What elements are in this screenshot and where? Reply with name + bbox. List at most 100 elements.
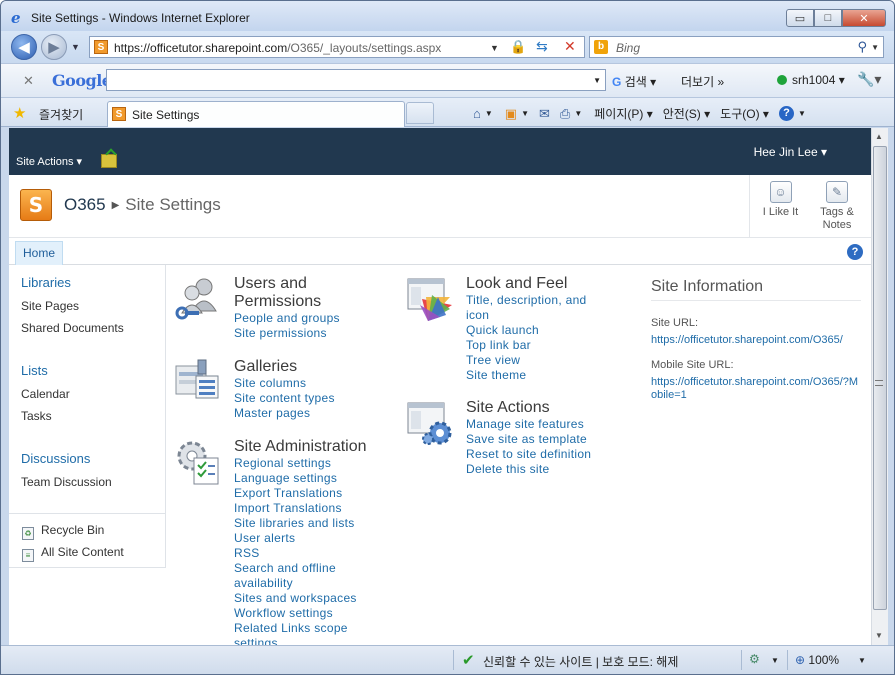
address-bar[interactable]: S https://officetutor.sharepoint.com/O36… (89, 36, 585, 58)
sharepoint-help-icon[interactable]: ? (847, 244, 863, 260)
protected-mode-icon[interactable]: ⚙ (749, 652, 760, 666)
favorites-button[interactable]: 즐겨찾기 (39, 106, 83, 123)
address-url[interactable]: https://officetutor.sharepoint.com/O365/… (114, 41, 441, 55)
recent-pages-dropdown-icon[interactable]: ▼ (71, 42, 80, 52)
ql-item-site-pages[interactable]: Site Pages (21, 299, 79, 313)
link-workflow-settings[interactable]: Workflow settings (234, 606, 384, 621)
search-icon[interactable]: ⚲ (857, 39, 867, 55)
mobile-site-url-link[interactable]: https://officetutor.sharepoint.com/O365/… (651, 376, 861, 402)
site-logo[interactable]: S (20, 189, 52, 221)
status-divider (453, 650, 454, 670)
google-search-button[interactable]: G 검색 ▾ (612, 73, 656, 90)
home-icon[interactable]: ⌂ (473, 106, 481, 121)
link-related-links-scope-settings[interactable]: Related Links scope settings (234, 621, 384, 645)
link-language-settings[interactable]: Language settings (234, 471, 384, 486)
search-placeholder[interactable]: Bing (616, 41, 640, 55)
site-actions-menu[interactable]: Site Actions ▾ (16, 155, 82, 168)
recycle-bin-link[interactable]: ♻ Recycle Bin (22, 523, 104, 540)
ql-heading-libraries[interactable]: Libraries (21, 275, 71, 290)
link-export-translations[interactable]: Export Translations (234, 486, 384, 501)
vertical-scrollbar[interactable]: ▲ ▼ (871, 128, 888, 645)
google-search-dropdown-icon[interactable]: ▼ (593, 76, 601, 85)
print-dropdown-icon[interactable]: ▼ (574, 109, 582, 118)
link-site-libraries-and-lists[interactable]: Site libraries and lists (234, 516, 384, 531)
link-delete-this-site[interactable]: Delete this site (466, 462, 591, 477)
ql-item-shared-documents[interactable]: Shared Documents (21, 321, 124, 335)
refresh-icon[interactable]: ⇆ (536, 38, 548, 55)
link-search-offline-availability[interactable]: Search and offline availability (234, 561, 384, 591)
minimize-button[interactable]: ▭ (786, 9, 814, 27)
link-people-and-groups[interactable]: People and groups (234, 311, 340, 326)
scroll-down-icon[interactable]: ▼ (875, 631, 883, 640)
google-search-input[interactable]: ▼ (106, 69, 606, 91)
link-import-translations[interactable]: Import Translations (234, 501, 384, 516)
ql-item-calendar[interactable]: Calendar (21, 387, 70, 401)
zone-dropdown-icon[interactable]: ▼ (771, 656, 779, 665)
i-like-it-button[interactable]: ☺ I Like It (749, 175, 811, 237)
scroll-up-icon[interactable]: ▲ (875, 132, 883, 141)
all-site-content-link[interactable]: ≡ All Site Content (22, 545, 124, 562)
ql-item-team-discussion[interactable]: Team Discussion (21, 475, 112, 489)
page-menu-label: 페이지(P) (594, 107, 644, 121)
stop-icon[interactable]: ✕ (564, 38, 576, 55)
page-menu[interactable]: 페이지(P) ▾ (594, 105, 652, 122)
tab-site-settings[interactable]: S Site Settings (107, 101, 405, 127)
feeds-icon[interactable]: ▣ (505, 106, 517, 122)
forward-button[interactable]: ▶ (41, 34, 67, 60)
link-sites-and-workspaces[interactable]: Sites and workspaces (234, 591, 384, 606)
mail-icon[interactable]: ✉ (539, 106, 550, 122)
link-rss[interactable]: RSS (234, 546, 384, 561)
print-icon[interactable]: ⎙ (560, 106, 570, 122)
user-menu[interactable]: Hee Jin Lee ▾ (754, 145, 827, 159)
new-tab-button[interactable] (406, 102, 434, 124)
ql-item-tasks[interactable]: Tasks (21, 409, 52, 423)
link-regional-settings[interactable]: Regional settings (234, 456, 384, 471)
link-quick-launch[interactable]: Quick launch (466, 323, 606, 338)
wrench-icon[interactable]: 🔧▾ (857, 71, 881, 88)
security-zone-text[interactable]: 신뢰할 수 있는 사이트 | 보호 모드: 해제 (483, 653, 678, 670)
link-reset-to-site-definition[interactable]: Reset to site definition (466, 447, 591, 462)
feeds-dropdown-icon[interactable]: ▼ (521, 109, 529, 118)
link-site-content-types[interactable]: Site content types (234, 391, 335, 406)
link-user-alerts[interactable]: User alerts (234, 531, 384, 546)
scrollbar-thumb[interactable] (873, 146, 887, 610)
favorites-star-icon[interactable]: ★ (13, 104, 26, 122)
ql-heading-discussions[interactable]: Discussions (21, 451, 90, 466)
close-toolbar-icon[interactable]: ✕ (23, 73, 34, 89)
tools-menu[interactable]: 도구(O) ▾ (720, 105, 769, 122)
zoom-dropdown-icon[interactable]: ▼ (858, 656, 866, 665)
home-dropdown-icon[interactable]: ▼ (485, 109, 493, 118)
link-manage-site-features[interactable]: Manage site features (466, 417, 591, 432)
link-tree-view[interactable]: Tree view (466, 353, 606, 368)
lock-icon[interactable]: 🔒 (510, 39, 526, 55)
link-top-link-bar[interactable]: Top link bar (466, 338, 606, 353)
link-title-description-icon[interactable]: Title, description, and icon (466, 293, 606, 323)
breadcrumb-root-link[interactable]: O365 (64, 195, 106, 214)
search-box[interactable]: b Bing ⚲ ▼ (589, 36, 884, 58)
google-account-menu[interactable]: srh1004 ▾ (777, 73, 845, 87)
link-site-theme[interactable]: Site theme (466, 368, 606, 383)
title-bar: e Site Settings - Windows Internet Explo… (1, 1, 894, 31)
address-dropdown-icon[interactable]: ▼ (490, 43, 499, 53)
navigate-up-icon[interactable] (101, 154, 117, 168)
safety-menu[interactable]: 안전(S) ▾ (663, 105, 710, 122)
search-options-icon[interactable]: ▼ (871, 43, 879, 52)
more-button[interactable]: 더보기 » (681, 73, 724, 90)
maximize-button[interactable]: □ (814, 9, 842, 27)
close-button[interactable]: ✕ (842, 9, 886, 27)
tags-notes-button[interactable]: ✎ Tags & Notes (811, 175, 863, 237)
help-icon[interactable]: ? (778, 106, 794, 121)
ql-heading-lists[interactable]: Lists (21, 363, 48, 378)
site-url-link[interactable]: https://officetutor.sharepoint.com/O365/ (651, 334, 861, 347)
look-and-feel-icon (407, 278, 452, 321)
link-save-site-as-template[interactable]: Save site as template (466, 432, 591, 447)
back-button[interactable]: ◀ (11, 34, 37, 60)
url-path: /O365/_layouts/settings.aspx (287, 41, 442, 55)
help-dropdown-icon[interactable]: ▼ (798, 109, 806, 118)
link-master-pages[interactable]: Master pages (234, 406, 335, 421)
galleries-title: Galleries (234, 358, 298, 375)
link-site-columns[interactable]: Site columns (234, 376, 335, 391)
link-site-permissions[interactable]: Site permissions (234, 326, 340, 341)
zoom-level[interactable]: ⊕ 100% (795, 653, 839, 667)
tab-home[interactable]: Home (15, 241, 64, 265)
